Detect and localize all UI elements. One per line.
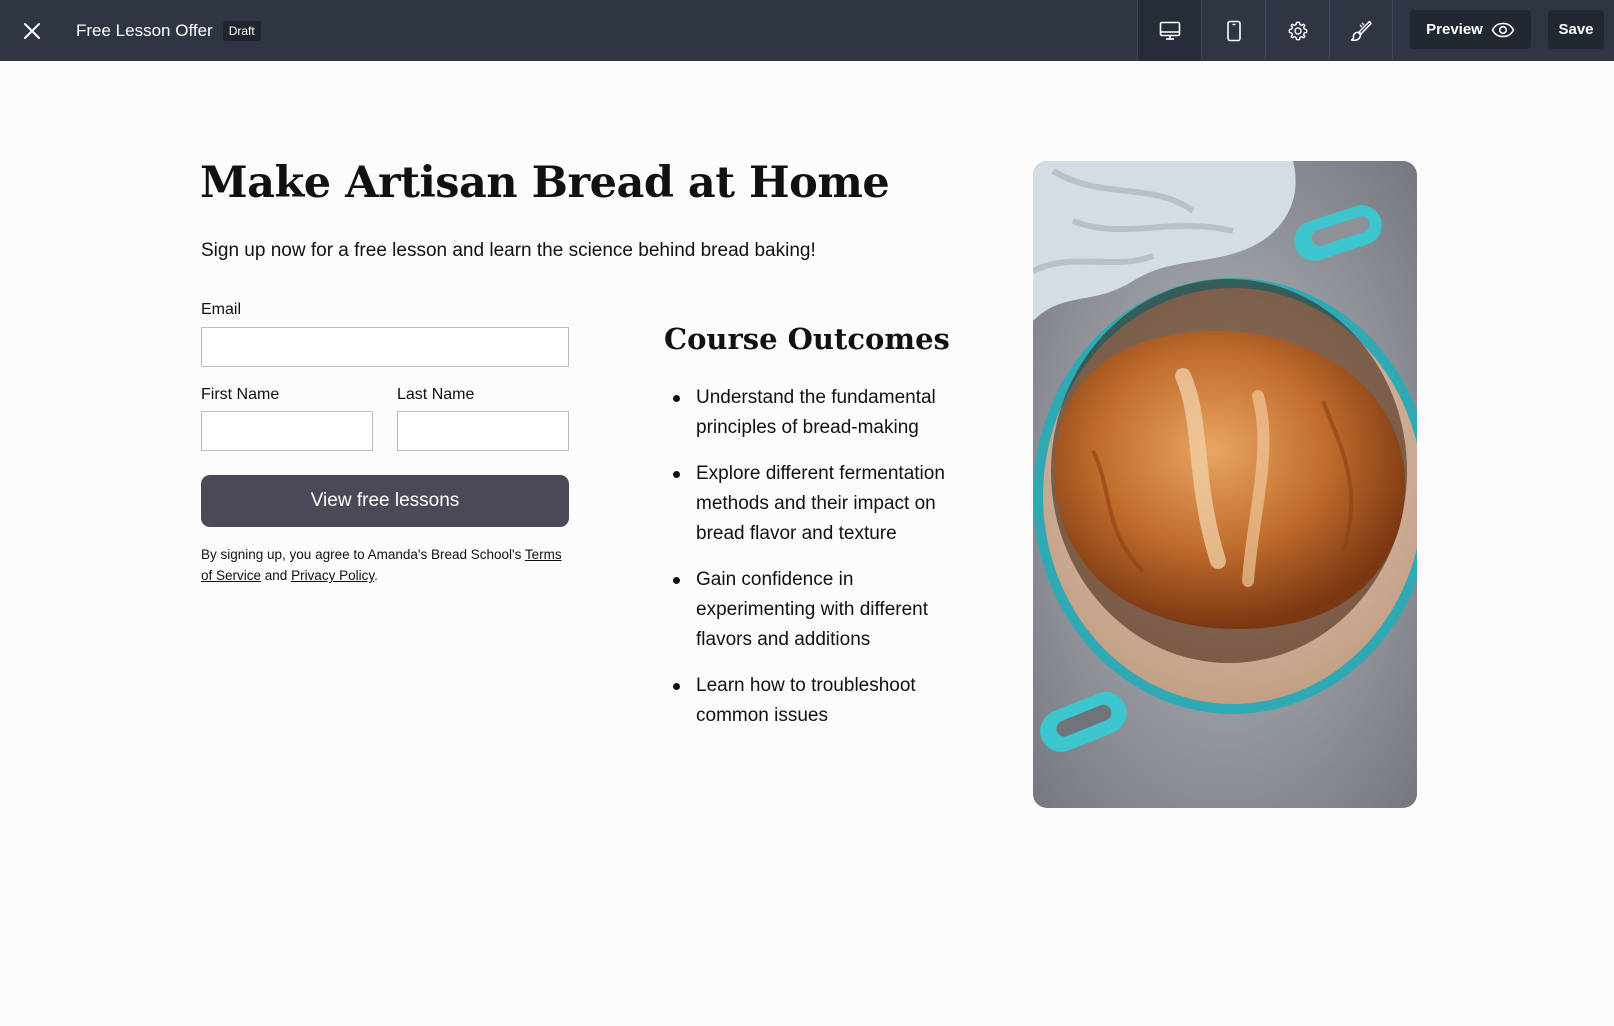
outcome-item: Learn how to troubleshoot common issues [664, 671, 964, 731]
page-title: Free Lesson Offer [76, 20, 213, 40]
status-badge: Draft [222, 20, 261, 41]
legal-disclaimer: By signing up, you agree to Amanda's Bre… [201, 544, 571, 586]
first-name-label: First Name [201, 386, 280, 403]
gear-icon [1288, 21, 1307, 40]
desktop-icon [1159, 21, 1180, 40]
view-tools [1137, 0, 1393, 61]
outcome-item: Explore different fermentation methods a… [664, 459, 964, 549]
preview-label: Preview [1426, 21, 1483, 38]
legal-suffix: . [374, 568, 378, 583]
last-name-label: Last Name [397, 386, 475, 403]
outcome-item: Gain confidence in experimenting with di… [664, 565, 964, 655]
eye-icon [1491, 22, 1515, 37]
last-name-field[interactable] [397, 411, 569, 451]
close-button[interactable] [0, 0, 64, 61]
email-field[interactable] [201, 327, 569, 367]
bread-photo[interactable] [1033, 161, 1417, 808]
paintbrush-icon [1350, 20, 1372, 41]
course-outcomes-heading[interactable]: Course Outcomes [664, 322, 950, 356]
legal-and: and [261, 568, 292, 583]
style-button[interactable] [1329, 0, 1393, 61]
privacy-policy-link[interactable]: Privacy Policy [291, 568, 374, 583]
view-free-lessons-button[interactable]: View free lessons [201, 475, 569, 527]
page-headline[interactable]: Make Artisan Bread at Home [200, 158, 890, 208]
desktop-view-button[interactable] [1137, 0, 1201, 61]
mobile-view-button[interactable] [1201, 0, 1265, 61]
first-name-field[interactable] [201, 411, 373, 451]
save-button[interactable]: Save [1548, 10, 1604, 49]
close-icon [24, 22, 40, 39]
legal-prefix: By signing up, you agree to Amanda's Bre… [201, 547, 525, 562]
course-outcomes-list[interactable]: Understand the fundamental principles of… [664, 383, 964, 747]
mobile-icon [1226, 20, 1241, 41]
email-label: Email [201, 301, 242, 318]
settings-button[interactable] [1265, 0, 1329, 61]
outcome-item: Understand the fundamental principles of… [664, 383, 964, 443]
bread-in-pot-image [1033, 161, 1417, 808]
editor-toolbar: Free Lesson Offer Draft Preview Save [0, 0, 1614, 61]
page-subheadline[interactable]: Sign up now for a free lesson and learn … [201, 240, 816, 262]
preview-button[interactable]: Preview [1410, 10, 1531, 49]
